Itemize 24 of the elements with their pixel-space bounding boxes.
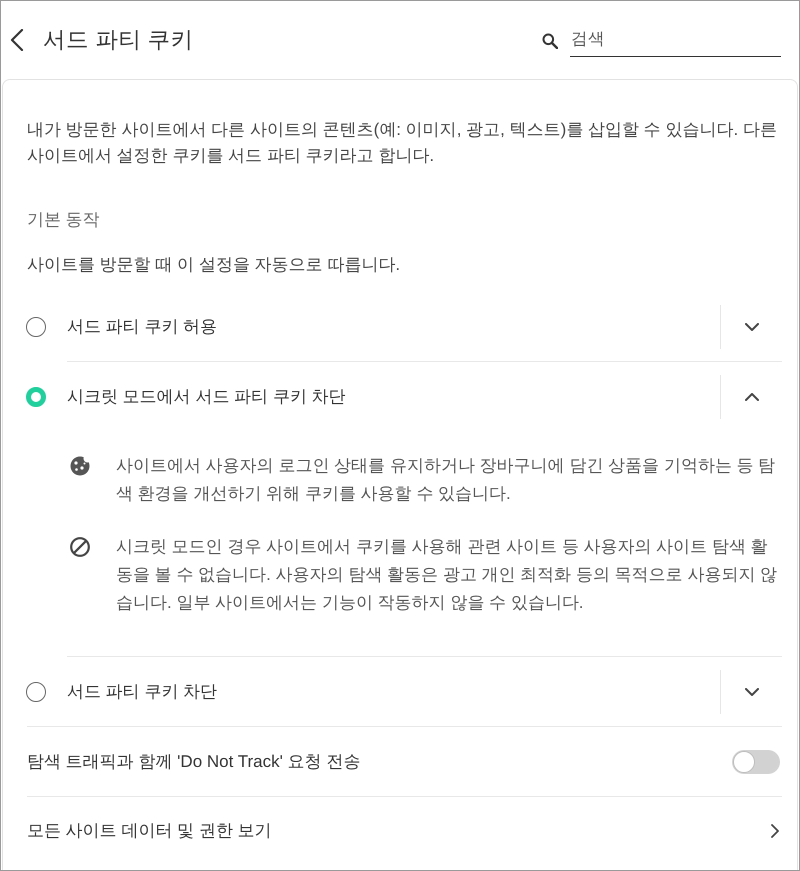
section-heading: 기본 동작 (27, 209, 101, 231)
radio-button[interactable] (26, 316, 46, 336)
section-description: 사이트를 방문할 때 이 설정을 자동으로 따릅니다. (27, 254, 402, 276)
chevron-right-icon (771, 824, 779, 838)
cookie-icon (70, 456, 90, 476)
chevron-down-icon (744, 688, 758, 696)
intro-text: 내가 방문한 사이트에서 다른 사이트의 콘텐츠(예: 이미지, 광고, 텍스트)를 삽입할 수 있습니다. 다른 사이트에서 설정한 쿠키를 서드 파티 쿠키라고 합니다. (27, 119, 778, 167)
search-field[interactable]: 검색 (570, 24, 781, 58)
site-data-link[interactable]: 모든 사이트 데이터 및 권한 보기 (27, 797, 782, 864)
detail-text: 시크릿 모드인 경우 사이트에서 쿠키를 사용해 관련 사이트 등 사용자의 사이트 탐색 활동을 볼 수 없습니다. 사용자의 탐색 활동은 광고 개인 최적화 등의 목적으로 사용되지 않습니다. 일부 사이트에서는 기능이 작동하지 않을 수 있습니다. (116, 536, 778, 614)
toggle-switch[interactable] (732, 750, 780, 774)
search-icon (542, 33, 558, 49)
block-icon (70, 537, 90, 557)
chevron-down-icon (744, 322, 758, 330)
option-label[interactable]: 서드 파티 쿠키 차단 (67, 678, 218, 704)
back-button[interactable] (10, 29, 24, 51)
page-title: 서드 파티 쿠키 (43, 26, 194, 54)
setting-label: 탐색 트래픽과 함께 'Do Not Track' 요청 전송 (27, 750, 360, 772)
radio-button[interactable] (26, 386, 46, 406)
chevron-up-icon (744, 392, 758, 400)
option-label[interactable]: 서드 파티 쿠키 허용 (67, 314, 218, 340)
radio-button[interactable] (26, 682, 46, 702)
option-label[interactable]: 시크릿 모드에서 서드 파티 쿠키 차단 (67, 384, 346, 410)
detail-text: 사이트에서 사용자의 로그인 상태를 유지하거나 장바구니에 담긴 상품을 기억하는 등 탐색 환경을 개선하기 위해 쿠키를 사용할 수 있습니다. (116, 455, 776, 505)
